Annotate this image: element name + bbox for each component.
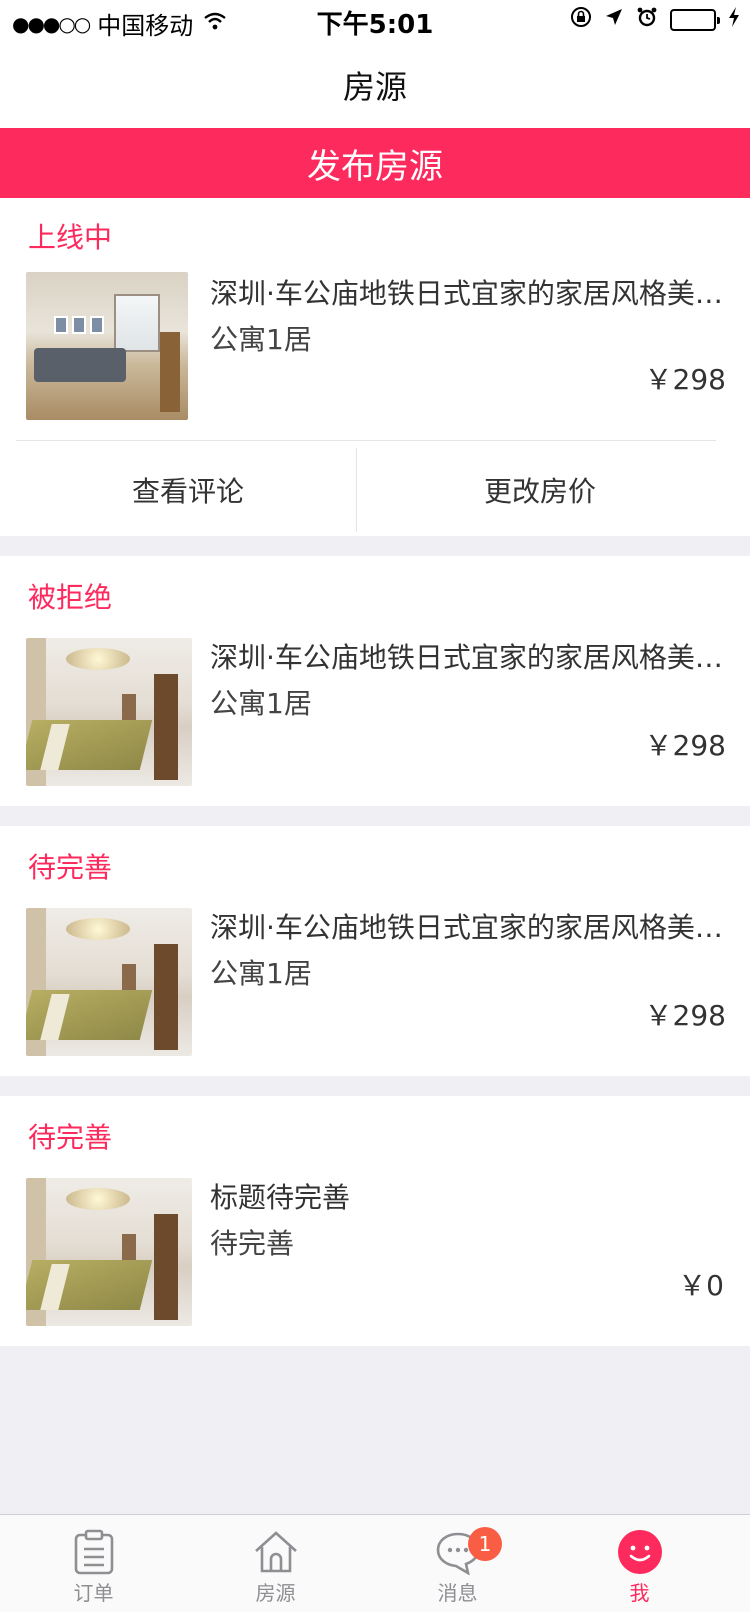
publish-listing-button[interactable]: 发布房源: [0, 128, 750, 198]
home-icon: [253, 1529, 299, 1575]
listing-price: ￥0: [678, 1269, 724, 1302]
listing-card: 待完善 标题待完善 待完善 ￥0: [0, 1096, 750, 1346]
status-bar: ●●●○○ 中国移动 下午5:01: [0, 0, 750, 40]
listing-type: 公寓1居: [210, 323, 312, 356]
listing-card: 被拒绝 深圳·车公庙地铁日式宜家的家居风格美式舒适 公寓1居 ￥298: [0, 556, 750, 806]
tab-messages[interactable]: 1 消息: [364, 1515, 551, 1612]
listing-type: 公寓1居: [210, 687, 312, 720]
listing-status: 待完善: [28, 1121, 113, 1154]
page-title: 房源: [342, 68, 407, 106]
clipboard-icon: [71, 1529, 117, 1575]
listing-card: 上线中 深圳·车公庙地铁日式宜家的家居风格美式舒适 公寓1居 ￥298 查看评论…: [0, 198, 750, 536]
charging-icon: [728, 7, 740, 32]
status-bar-right: [570, 6, 740, 33]
listing-type: 待完善: [210, 1227, 295, 1260]
listing-title[interactable]: 深圳·车公庙地铁日式宜家的家居风格美式舒适: [210, 906, 730, 946]
listing-price: ￥298: [644, 363, 726, 396]
tab-orders[interactable]: 订单: [0, 1515, 187, 1612]
listing-status: 被拒绝: [28, 581, 113, 614]
listing-image[interactable]: [26, 1178, 192, 1326]
listing-card: 待完善 深圳·车公庙地铁日式宜家的家居风格美式舒适 公寓1居 ￥298: [0, 826, 750, 1076]
listing-status: 上线中: [28, 221, 113, 254]
divider: [16, 440, 716, 441]
listing-title[interactable]: 标题待完善: [210, 1176, 730, 1216]
tab-label: 我: [629, 1581, 650, 1605]
orientation-lock-icon: [570, 6, 592, 33]
tab-label: 消息: [437, 1581, 478, 1605]
listing-title[interactable]: 深圳·车公庙地铁日式宜家的家居风格美式舒适: [210, 272, 730, 312]
listing-title[interactable]: 深圳·车公庙地铁日式宜家的家居风格美式舒适: [210, 636, 730, 676]
listing-price: ￥298: [644, 999, 726, 1032]
unread-badge: 1: [468, 1527, 502, 1561]
listing-image[interactable]: [26, 272, 188, 420]
location-arrow-icon: [604, 7, 624, 32]
tab-me[interactable]: 我: [546, 1515, 733, 1612]
alarm-icon: [636, 6, 658, 33]
battery-icon: [670, 8, 720, 31]
listing-price: ￥298: [644, 729, 726, 762]
tab-label: 订单: [73, 1581, 114, 1605]
listing-image[interactable]: [26, 908, 192, 1056]
listing-type: 公寓1居: [210, 957, 312, 990]
listing-image[interactable]: [26, 638, 192, 786]
tab-label: 房源: [255, 1581, 296, 1605]
change-price-button[interactable]: 更改房价: [360, 470, 720, 510]
smile-icon: [617, 1529, 663, 1575]
view-reviews-button[interactable]: 查看评论: [8, 470, 368, 510]
listing-status: 待完善: [28, 851, 113, 884]
tab-bar: 订单 房源 1 消息 我: [0, 1514, 750, 1612]
tab-listings[interactable]: 房源: [182, 1515, 369, 1612]
nav-bar: 房源: [0, 40, 750, 128]
